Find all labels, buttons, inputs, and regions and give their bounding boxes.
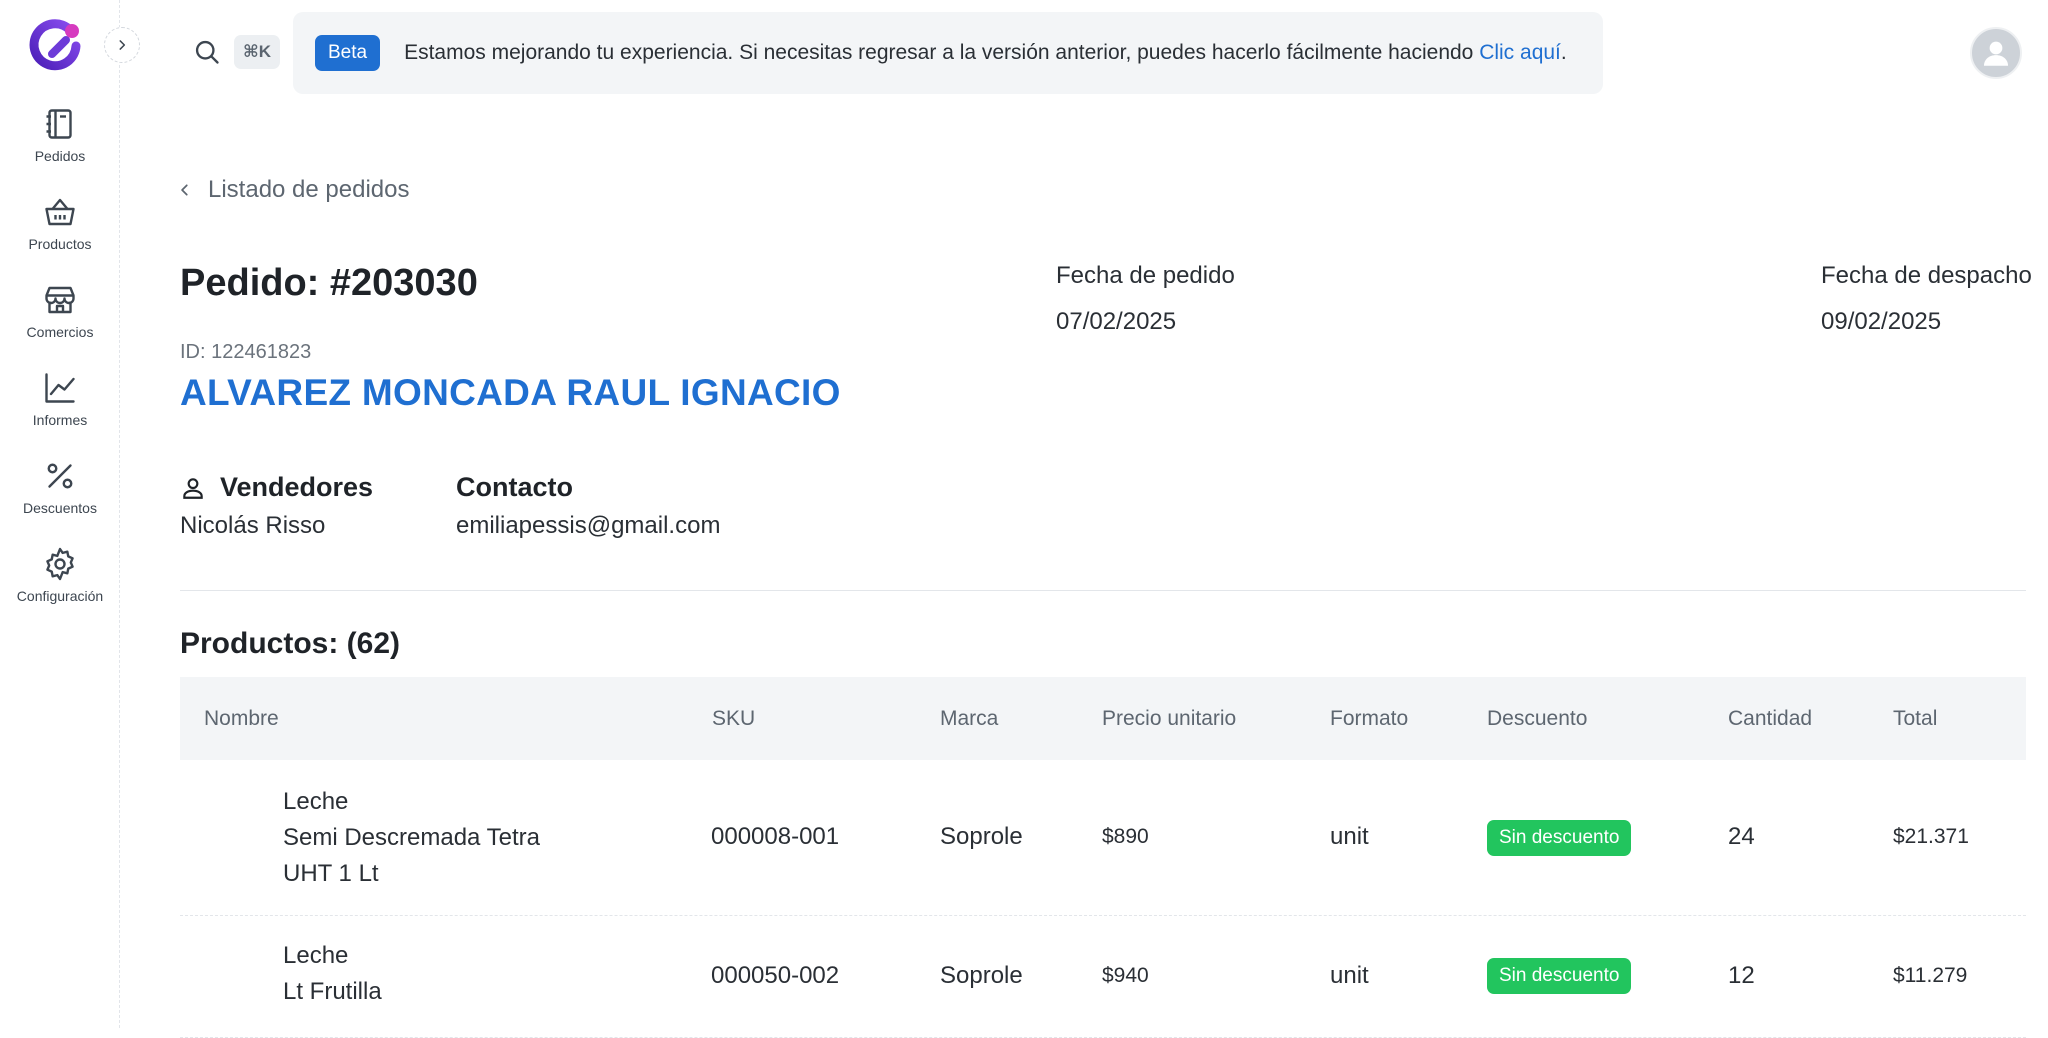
product-price: $890: [1102, 825, 1149, 848]
sidebar-item-pedidos[interactable]: Pedidos: [0, 106, 120, 194]
column-header-descuento[interactable]: Descuento: [1487, 707, 1587, 731]
product-format: unit: [1330, 823, 1369, 850]
search-icon[interactable]: [193, 38, 221, 66]
sidebar-item-informes[interactable]: Informes: [0, 370, 120, 458]
banner-text: Estamos mejorando tu experiencia. Si nec…: [404, 41, 1480, 64]
banner-suffix: .: [1560, 41, 1567, 64]
sidebar-item-descuentos[interactable]: Descuentos: [0, 458, 120, 546]
chevron-right-icon: [119, 40, 126, 50]
table-row[interactable]: Leche Lt Frutilla 000050-002 Soprole $94…: [180, 916, 2026, 1038]
column-header-nombre[interactable]: Nombre: [204, 707, 279, 731]
back-to-orders-link[interactable]: Listado de pedidos: [178, 176, 410, 204]
sidebar-nav: Pedidos Productos Comercios Informes Des…: [0, 106, 120, 634]
sidebar-toggle-button[interactable]: [104, 27, 140, 63]
table-header: Nombre SKU Marca Precio unitario Formato…: [180, 677, 2026, 760]
sidebar-item-productos[interactable]: Productos: [0, 194, 120, 282]
table-row[interactable]: Leche Semi Descremada Tetra UHT 1 Lt 000…: [180, 760, 2026, 916]
column-header-sku[interactable]: SKU: [712, 707, 755, 731]
product-brand: Soprole: [940, 823, 1023, 850]
products-table: Nombre SKU Marca Precio unitario Formato…: [180, 677, 2026, 1038]
product-name-line: Leche: [283, 788, 349, 815]
sidebar-item-label: Productos: [28, 236, 92, 252]
column-header-total[interactable]: Total: [1893, 707, 1937, 731]
chevron-left-icon: [181, 184, 188, 196]
page-title: Pedido: #203030: [180, 262, 478, 304]
order-date-label: Fecha de pedido: [1056, 262, 1235, 289]
product-total: $11.279: [1893, 964, 1968, 987]
sidebar-item-label: Descuentos: [23, 500, 97, 516]
order-id: ID: 122461823: [180, 341, 312, 363]
column-header-precio-unitario[interactable]: Precio unitario: [1102, 707, 1236, 731]
beta-badge: Beta: [315, 35, 381, 71]
banner-message: Estamos mejorando tu experiencia. Si nec…: [404, 41, 1567, 65]
back-label: Listado de pedidos: [208, 176, 410, 203]
line-chart-icon: [45, 373, 75, 403]
product-name-line: Leche: [283, 942, 349, 969]
sidebar-item-comercios[interactable]: Comercios: [0, 282, 120, 370]
dispatch-date-block: Fecha de despacho 09/02/2025: [1821, 262, 2032, 336]
dispatch-date-value: 09/02/2025: [1821, 308, 1942, 335]
section-divider: [180, 590, 2026, 591]
product-qty: 12: [1728, 962, 1755, 989]
product-name-line: UHT 1 Lt: [283, 860, 379, 887]
product-format: unit: [1330, 962, 1369, 989]
sellers-label: Vendedores: [220, 472, 374, 502]
app-logo-icon[interactable]: [26, 16, 86, 76]
search-shortcut-hint: ⌘K: [234, 35, 281, 69]
order-date-block: Fecha de pedido 07/02/2025: [1056, 262, 1235, 336]
product-total: $21.371: [1893, 825, 1969, 848]
product-name: Leche Semi Descremada Tetra UHT 1 Lt: [283, 784, 540, 892]
product-qty: 24: [1728, 823, 1755, 850]
notebook-icon: [46, 109, 72, 139]
product-brand: Soprole: [940, 962, 1023, 989]
product-sku: 000050-002: [711, 962, 840, 989]
sidebar-item-label: Comercios: [26, 324, 94, 340]
previous-version-link[interactable]: Clic aquí: [1479, 41, 1561, 64]
product-name: Leche Lt Frutilla: [283, 938, 382, 1010]
person-icon: [183, 477, 203, 499]
sellers-heading: Vendedores: [180, 472, 373, 503]
sidebar: Pedidos Productos Comercios Informes Des…: [0, 0, 120, 1028]
product-price: $940: [1102, 964, 1149, 987]
order-date-value: 07/02/2025: [1056, 308, 1177, 335]
column-header-marca[interactable]: Marca: [940, 707, 998, 731]
percent-icon: [47, 463, 73, 489]
gear-icon: [46, 547, 74, 581]
sidebar-item-label: Informes: [32, 412, 88, 428]
contact-label: Contacto: [456, 472, 573, 502]
product-name-line: Lt Frutilla: [283, 978, 382, 1005]
product-name-line: Semi Descremada Tetra: [283, 824, 540, 851]
customer-name[interactable]: ALVAREZ MONCADA RAUL IGNACIO: [180, 372, 841, 414]
user-icon: [1983, 41, 2009, 66]
column-header-cantidad[interactable]: Cantidad: [1728, 707, 1812, 731]
contact-email: emiliapessis@gmail.com: [456, 512, 721, 539]
sidebar-item-label: Configuración: [16, 588, 104, 604]
user-avatar[interactable]: [1970, 27, 2022, 79]
product-sku: 000008-001: [711, 823, 840, 850]
seller-name: Nicolás Risso: [180, 512, 326, 539]
beta-banner: Beta Estamos mejorando tu experiencia. S…: [293, 12, 1603, 94]
discount-badge: Sin descuento: [1487, 958, 1632, 994]
dispatch-date-label: Fecha de despacho: [1821, 262, 2032, 289]
basket-icon: [45, 198, 75, 226]
sidebar-item-label: Pedidos: [34, 148, 86, 164]
discount-badge: Sin descuento: [1487, 820, 1632, 856]
store-icon: [45, 286, 75, 314]
contact-heading: Contacto: [456, 472, 573, 503]
sidebar-item-configuracion[interactable]: Configuración: [0, 546, 120, 634]
column-header-formato[interactable]: Formato: [1330, 707, 1408, 731]
products-title: Productos: (62): [180, 627, 401, 660]
